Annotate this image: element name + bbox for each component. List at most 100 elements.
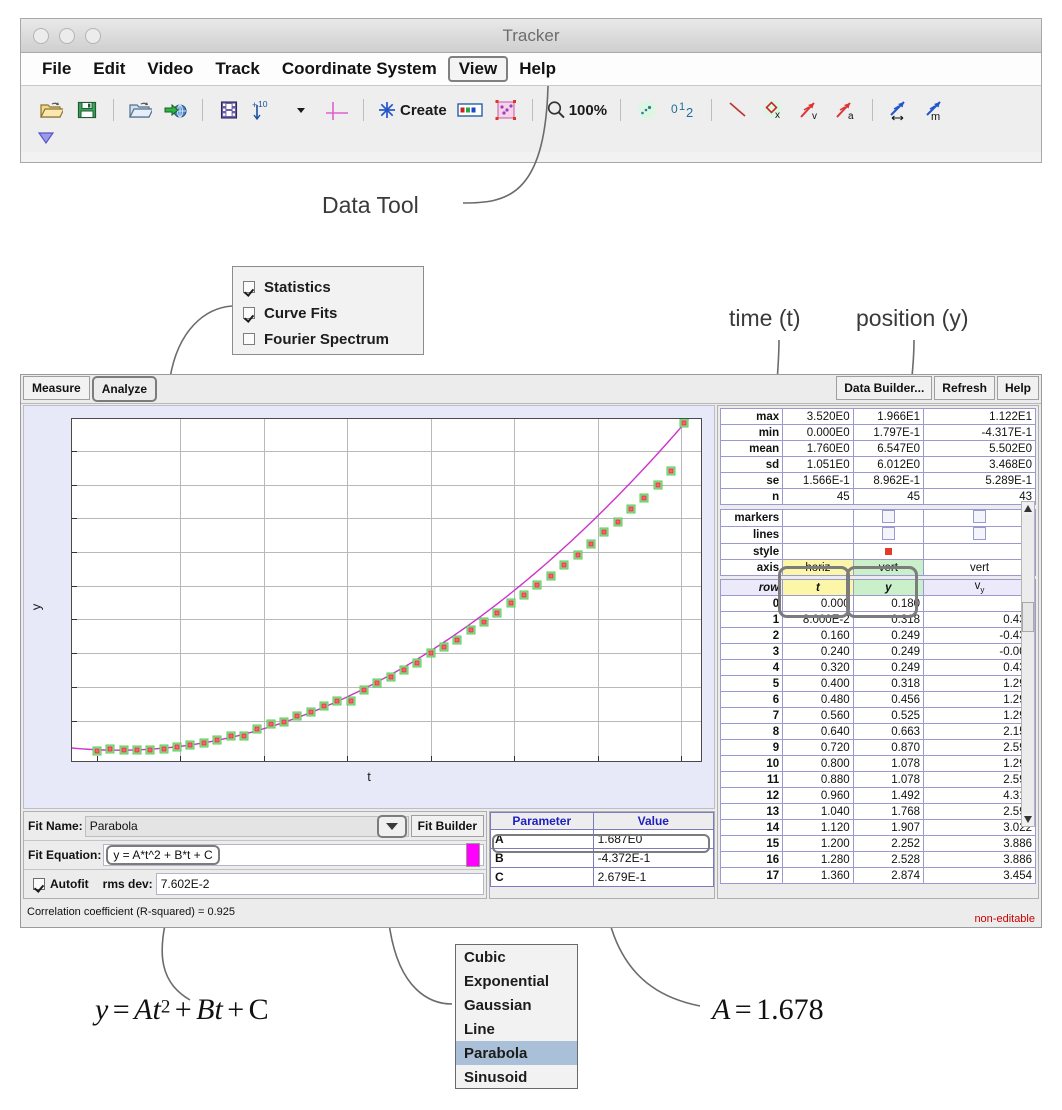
data-point-marker[interactable] (226, 731, 235, 741)
fit-option-line[interactable]: Line (456, 1017, 577, 1041)
data-point-marker[interactable] (346, 696, 356, 706)
fit-builder-button[interactable]: Fit Builder (410, 815, 484, 837)
data-point-marker[interactable] (613, 517, 623, 527)
checkbox-checked-icon[interactable] (243, 281, 255, 293)
data-col-header-vy[interactable]: vy (923, 579, 1036, 596)
table-row[interactable]: 9 0.720 0.870 2.590 (719, 739, 1036, 756)
table-row[interactable]: B -4.372E-1 (490, 848, 715, 868)
table-row[interactable]: C 2.679E-1 (490, 867, 715, 887)
mass-vector-icon[interactable]: m (917, 93, 953, 127)
markers-checkbox-vy[interactable] (923, 509, 1036, 527)
table-row[interactable]: 2 0.160 0.249 -0.432 (719, 627, 1036, 644)
table-row[interactable]: lines (719, 526, 1036, 544)
menu-file[interactable]: File (31, 56, 82, 82)
tab-analyze[interactable]: Analyze (91, 376, 158, 402)
menu-video[interactable]: Video (136, 56, 204, 82)
analyze-menu-item-statistics[interactable]: Statistics (243, 274, 423, 300)
menu-view[interactable]: View (447, 56, 509, 82)
fit-option-parabola[interactable]: Parabola (456, 1041, 577, 1065)
fit-name-dropdown[interactable]: Parabola (84, 814, 409, 838)
data-point-marker[interactable] (599, 527, 609, 537)
position-vector-icon[interactable]: x (756, 93, 792, 127)
style-swatch-y[interactable] (852, 543, 925, 560)
zoom-icon[interactable]: 100% (541, 93, 612, 127)
data-point-marker[interactable] (252, 724, 262, 734)
data-point-marker[interactable] (653, 480, 663, 490)
data-col-header-t[interactable]: t (782, 579, 854, 596)
data-point-marker[interactable] (452, 635, 462, 644)
table-row[interactable]: 3 0.240 0.249 -0.000 (719, 643, 1036, 660)
axis-value-t[interactable]: horiz (782, 559, 854, 576)
table-row[interactable]: 1 8.000E-2 0.318 0.432 (719, 611, 1036, 628)
line-profile-icon[interactable] (720, 93, 756, 127)
table-row[interactable]: 11 0.880 1.078 2.590 (719, 771, 1036, 788)
lines-checkbox-y[interactable] (852, 526, 925, 544)
data-point-marker[interactable] (306, 707, 316, 717)
scroll-down-arrow-icon[interactable] (1022, 813, 1034, 826)
analyze-menu-item-fourier-spectrum[interactable]: Fourier Spectrum (243, 326, 423, 352)
table-row[interactable]: style (719, 543, 1036, 560)
fit-color-swatch[interactable] (466, 843, 480, 867)
table-row[interactable]: 10 0.800 1.078 1.295 (719, 755, 1036, 772)
table-row[interactable]: A 1.687E0 (490, 829, 715, 849)
table-row[interactable]: 17 1.360 2.874 3.454 (719, 867, 1036, 884)
axis-value-y[interactable]: vert (852, 559, 925, 576)
data-point-marker[interactable] (639, 493, 649, 503)
data-point-marker[interactable] (266, 719, 276, 729)
save-icon[interactable] (69, 93, 105, 127)
lines-checkbox-vy[interactable] (923, 526, 1036, 544)
data-point-marker[interactable] (199, 738, 209, 748)
data-point-marker[interactable] (573, 550, 583, 560)
data-point-marker[interactable] (626, 504, 636, 514)
checkbox-unchecked-icon[interactable] (243, 333, 255, 345)
data-point-marker[interactable] (359, 685, 369, 695)
data-point-marker[interactable] (666, 466, 676, 476)
data-point-marker[interactable] (399, 665, 409, 675)
table-row[interactable]: 15 1.200 2.252 3.886 (719, 835, 1036, 852)
calibration-stick-icon[interactable]: + 10 (247, 93, 283, 127)
checkbox-checked-icon[interactable] (243, 307, 255, 319)
fit-option-sinusoid[interactable]: Sinusoid (456, 1065, 577, 1089)
data-point-marker[interactable] (559, 560, 569, 570)
open-library-icon[interactable] (122, 93, 158, 127)
table-row[interactable]: 0 0.000 0.180 (719, 595, 1036, 612)
plot-area[interactable]: y t 2468101214161800.51.01.52.02.53.03.5 (23, 405, 715, 809)
track-control-icon[interactable] (452, 93, 488, 127)
data-point-marker[interactable] (319, 701, 329, 711)
param-value-b[interactable]: -4.372E-1 (592, 848, 715, 868)
triangle-down-icon[interactable] (37, 130, 57, 146)
create-icon[interactable]: Create (372, 93, 452, 127)
scroll-up-arrow-icon[interactable] (1022, 502, 1034, 515)
data-point-marker[interactable] (185, 740, 195, 750)
data-table-panel[interactable]: max 3.520E0 1.966E1 1.122E1 min 0.000E0 … (717, 405, 1039, 899)
data-point-marker[interactable] (292, 711, 302, 721)
menu-coordinate-system[interactable]: Coordinate System (271, 56, 448, 82)
markers-checkbox-y[interactable] (852, 509, 925, 527)
data-point-marker[interactable] (506, 598, 516, 608)
data-point-marker[interactable] (105, 744, 115, 754)
param-value-a[interactable]: 1.687E0 (592, 829, 715, 849)
plot-canvas[interactable]: 2468101214161800.51.01.52.02.53.03.5 (71, 418, 702, 762)
autofit-checkbox[interactable] (33, 878, 45, 890)
data-col-header-y[interactable]: y (852, 579, 925, 596)
checkbox-unchecked-icon[interactable] (881, 527, 895, 540)
data-point-marker[interactable] (679, 419, 689, 428)
data-point-marker[interactable] (145, 745, 155, 755)
open-file-icon[interactable] (33, 93, 69, 127)
axis-value-vy[interactable]: vert (923, 559, 1036, 576)
menu-edit[interactable]: Edit (82, 56, 136, 82)
axes-icon[interactable] (319, 93, 355, 127)
table-row[interactable]: 12 0.960 1.492 4.317 (719, 787, 1036, 804)
velocity-vector-icon[interactable]: v (792, 93, 828, 127)
data-builder-button[interactable]: Data Builder... (836, 376, 933, 400)
table-row[interactable]: 7 0.560 0.525 1.295 (719, 707, 1036, 724)
table-row[interactable]: axis horiz vert vert (719, 559, 1036, 576)
data-point-marker[interactable] (466, 625, 476, 635)
fit-option-gaussian[interactable]: Gaussian (456, 993, 577, 1017)
data-point-marker[interactable] (426, 648, 436, 658)
table-row[interactable]: 4 0.320 0.249 0.432 (719, 659, 1036, 676)
data-point-marker[interactable] (332, 696, 342, 706)
step-number-icon[interactable]: 0 1 2 (665, 93, 703, 127)
checkbox-unchecked-icon[interactable] (973, 510, 987, 523)
fit-equation-value[interactable]: y = A*t^2 + B*t + C (106, 845, 220, 865)
